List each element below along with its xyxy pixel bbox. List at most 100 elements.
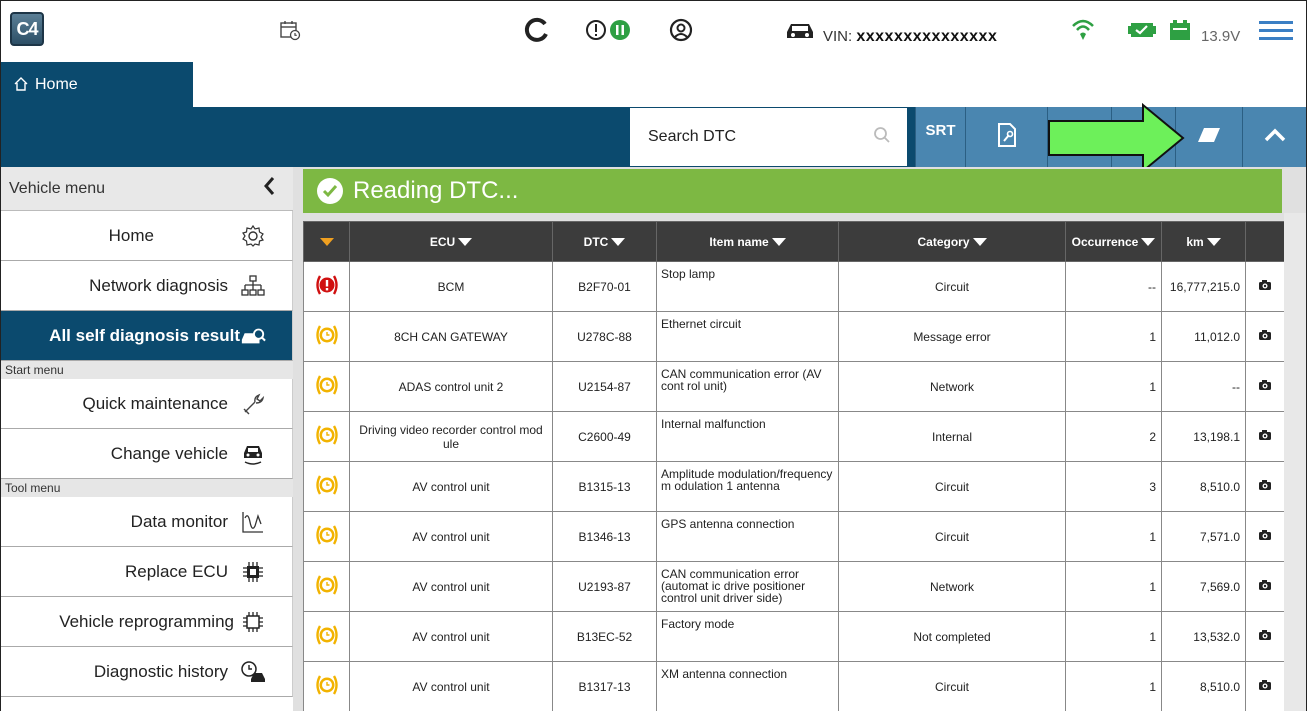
dtc-code-cell: B13EC-52 bbox=[552, 611, 657, 662]
camera-icon[interactable] bbox=[1245, 361, 1285, 412]
table-row[interactable]: Driving video recorder control mod ule C2… bbox=[303, 411, 1285, 462]
table-scrollbar[interactable] bbox=[1284, 213, 1306, 711]
ecu-cell: ADAS control unit 2 bbox=[349, 361, 553, 412]
vin-label: VIN: bbox=[823, 28, 853, 45]
pending-status-icon bbox=[303, 311, 350, 362]
camera-icon[interactable] bbox=[1245, 411, 1285, 462]
chevron-left-icon[interactable] bbox=[263, 176, 275, 202]
sidebar-item-data-monitor[interactable]: Data monitor bbox=[1, 497, 293, 547]
km-cell: 13,198.1 bbox=[1161, 411, 1246, 462]
tool-menu-header: Tool menu bbox=[1, 479, 293, 497]
report-button[interactable] bbox=[965, 107, 1047, 167]
camera-icon[interactable] bbox=[1245, 511, 1285, 562]
refresh-icon[interactable] bbox=[523, 15, 551, 45]
camera-icon[interactable] bbox=[1245, 561, 1285, 612]
table-row[interactable]: AV control unit B1317-13 XM antenna connec… bbox=[303, 661, 1285, 711]
camera-icon[interactable] bbox=[1245, 611, 1285, 662]
sort-caret-icon bbox=[771, 238, 786, 247]
table-row[interactable]: AV control unit B1315-13 Amplitude modulat… bbox=[303, 461, 1285, 512]
sort-caret-icon bbox=[1206, 238, 1221, 247]
sidebar-item-home[interactable]: Home bbox=[1, 211, 293, 261]
search-input[interactable]: Search DTC bbox=[648, 128, 873, 146]
freeze-frame-column-header bbox=[1245, 221, 1285, 262]
search-dtc-field[interactable]: Search DTC bbox=[629, 107, 908, 167]
table-row[interactable]: AV control unit B13EC-52 Factory mode Not c… bbox=[303, 611, 1285, 662]
dtc-code-cell: U278C-88 bbox=[552, 311, 657, 362]
connector-icon[interactable] bbox=[1128, 15, 1156, 45]
camera-icon[interactable] bbox=[1245, 261, 1285, 312]
column-label: Item name bbox=[709, 234, 769, 249]
item-name-column-header[interactable]: Item name bbox=[656, 221, 839, 262]
top-status-bar: C4 VIN: xxxxxxxxxxxxxxx 13.9V bbox=[1, 1, 1306, 62]
table-row[interactable]: AV control unit U2193-87 CAN communication… bbox=[303, 561, 1285, 612]
tab-home[interactable]: Home bbox=[1, 62, 193, 107]
category-cell: Circuit bbox=[838, 261, 1066, 312]
occurrence-column-header[interactable]: Occurrence bbox=[1065, 221, 1162, 262]
table-row[interactable]: ADAS control unit 2 U2154-87 CAN communica… bbox=[303, 361, 1285, 412]
km-column-header[interactable]: km bbox=[1161, 221, 1246, 262]
collapse-button[interactable] bbox=[1242, 107, 1306, 167]
start-menu-header: Start menu bbox=[1, 361, 293, 379]
chevron-up-icon bbox=[1264, 128, 1286, 147]
table-row[interactable]: AV control unit B1346-13 GPS antenna conne… bbox=[303, 511, 1285, 562]
battery-icon bbox=[1167, 15, 1193, 45]
occurrence-cell: 2 bbox=[1065, 411, 1162, 462]
vehicle-menu-title: Vehicle menu bbox=[9, 179, 106, 197]
km-cell: 16,777,215.0 bbox=[1161, 261, 1246, 312]
sidebar-item-label: Home bbox=[108, 225, 154, 245]
column-label: Category bbox=[917, 234, 970, 249]
vin-display: VIN: xxxxxxxxxxxxxxx bbox=[823, 28, 997, 46]
category-cell: Network bbox=[838, 561, 1066, 612]
hamburger-menu-icon[interactable] bbox=[1259, 15, 1293, 45]
item-name-cell: Factory mode bbox=[656, 611, 839, 662]
dtc-column-header[interactable]: DTC bbox=[552, 221, 657, 262]
chip-icon bbox=[240, 559, 266, 585]
ecu-cell: AV control unit bbox=[349, 511, 553, 562]
wireless-icon[interactable] bbox=[1069, 15, 1097, 45]
column-label: km bbox=[1186, 234, 1204, 249]
home-icon bbox=[13, 76, 29, 97]
search-icon[interactable] bbox=[873, 126, 891, 149]
sidebar-item-change-vehicle[interactable]: Change vehicle bbox=[1, 429, 293, 479]
alert-status-icon[interactable] bbox=[585, 15, 633, 45]
sidebar-item-all-self-diagnosis-result[interactable]: All self diagnosis result bbox=[1, 311, 293, 361]
occurrence-cell: 1 bbox=[1065, 611, 1162, 662]
sidebar-item-vehicle-reprogramming[interactable]: Vehicle reprogramming bbox=[1, 597, 293, 647]
camera-icon[interactable] bbox=[1245, 461, 1285, 512]
sidebar-item-diagnostic-history[interactable]: Diagnostic history bbox=[1, 647, 293, 697]
occurrence-cell: 1 bbox=[1065, 511, 1162, 562]
pending-status-icon bbox=[303, 411, 350, 462]
dtc-code-cell: B1346-13 bbox=[552, 511, 657, 562]
ecu-cell: 8CH CAN GATEWAY bbox=[349, 311, 553, 362]
category-column-header[interactable]: Category bbox=[838, 221, 1066, 262]
table-row[interactable]: BCM B2F70-01 Stop lamp Circuit -- 16,777,215.… bbox=[303, 261, 1285, 312]
dtc-code-cell: B1315-13 bbox=[552, 461, 657, 512]
dtc-code-cell: B1317-13 bbox=[552, 661, 657, 711]
wrench-icon bbox=[240, 391, 266, 417]
dtc-code-cell: C2600-49 bbox=[552, 411, 657, 462]
sidebar-item-network-diagnosis[interactable]: Network diagnosis bbox=[1, 261, 293, 311]
app-logo: C4 bbox=[10, 12, 44, 46]
highlight-arrow-icon bbox=[1048, 103, 1185, 173]
car-search-icon bbox=[240, 323, 266, 349]
sidebar-item-replace-ecu[interactable]: Replace ECU bbox=[1, 547, 293, 597]
camera-icon[interactable] bbox=[1245, 661, 1285, 711]
sidebar-item-quick-maintenance[interactable]: Quick maintenance bbox=[1, 379, 293, 429]
vehicle-menu-header: Vehicle menu bbox=[1, 167, 293, 211]
battery-voltage: 13.9V bbox=[1201, 28, 1241, 45]
column-label: Occurrence bbox=[1071, 234, 1139, 249]
sort-caret-icon bbox=[972, 238, 987, 247]
ecu-cell: AV control unit bbox=[349, 461, 553, 512]
vehicle-menu-sidebar: Vehicle menu Home Network diagnosis All … bbox=[1, 167, 293, 711]
srt-button[interactable]: SRT bbox=[915, 107, 965, 167]
item-name-cell: Ethernet circuit bbox=[656, 311, 839, 362]
tab-row: Home bbox=[1, 62, 1306, 107]
dtc-table: ECU DTC Item name Category Occurrence km… bbox=[303, 221, 1285, 711]
user-icon[interactable] bbox=[669, 15, 693, 45]
table-row[interactable]: 8CH CAN GATEWAY U278C-88 Ethernet circuit M… bbox=[303, 311, 1285, 362]
chip-outline-icon bbox=[240, 609, 266, 635]
ecu-column-header[interactable]: ECU bbox=[349, 221, 553, 262]
camera-icon[interactable] bbox=[1245, 311, 1285, 362]
status-sort-header[interactable] bbox=[303, 221, 350, 262]
calendar-clock-icon[interactable] bbox=[279, 15, 301, 45]
